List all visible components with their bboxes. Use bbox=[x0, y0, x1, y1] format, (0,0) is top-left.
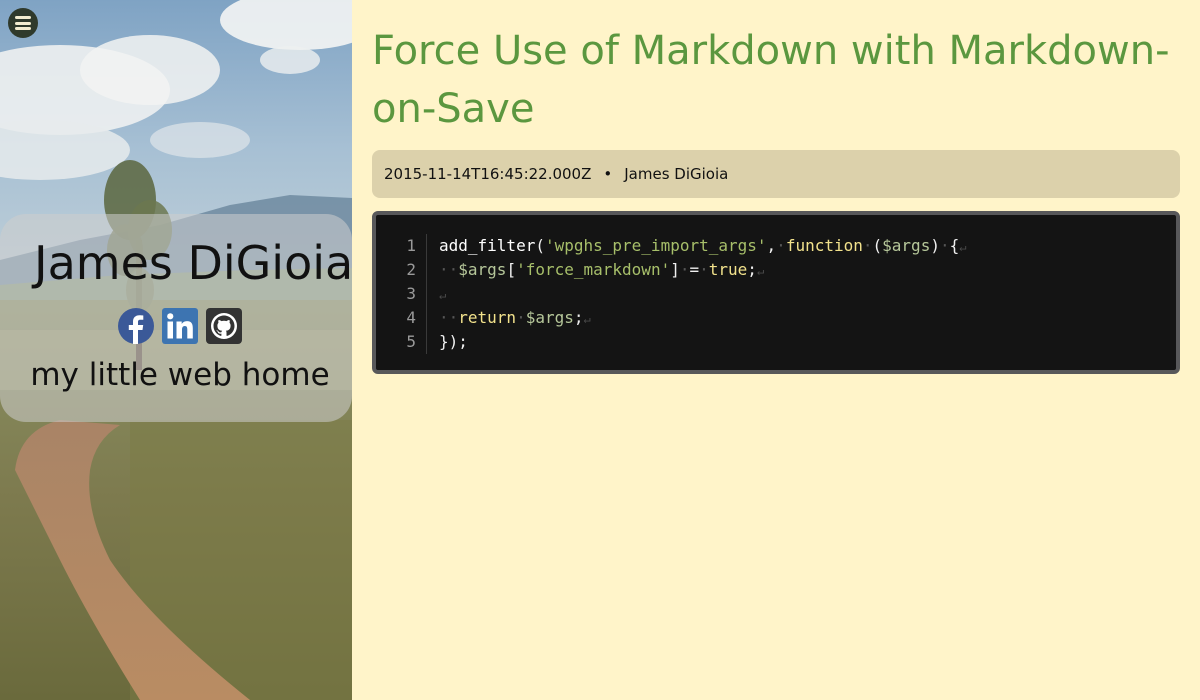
code-text: add_filter('wpghs_pre_import_args',·func… bbox=[427, 234, 966, 258]
code-token: 'wpghs_pre_import_args' bbox=[544, 236, 767, 255]
code-line: 4 ··return·$args;↵ bbox=[376, 306, 1176, 330]
code-token: $args bbox=[525, 308, 574, 327]
code-token: · bbox=[939, 236, 950, 255]
code-token: ·· bbox=[439, 260, 459, 279]
code-token: ↵ bbox=[439, 288, 447, 302]
code-token: function bbox=[785, 236, 863, 255]
post-date: 2015-11-14T16:45:22.000Z bbox=[384, 165, 592, 183]
line-number: 2 bbox=[376, 258, 427, 282]
code-token: = bbox=[689, 260, 700, 279]
code-token: ) bbox=[930, 236, 940, 255]
code-token: ·· bbox=[439, 308, 459, 327]
code-token: · bbox=[516, 308, 526, 327]
code-token: return bbox=[458, 308, 517, 327]
hamburger-menu-icon bbox=[15, 16, 31, 30]
code-line: 2 ··$args['force_markdown']·=·true;↵ bbox=[376, 258, 1176, 282]
line-number: 5 bbox=[376, 330, 427, 354]
line-number: 3 bbox=[376, 282, 427, 306]
post-meta-bar: 2015-11-14T16:45:22.000Z • James DiGioia bbox=[372, 150, 1180, 198]
code-line: 5}); bbox=[376, 330, 1176, 354]
code-token: ↵ bbox=[959, 240, 967, 254]
code-line: 1 add_filter('wpghs_pre_import_args',·fun… bbox=[376, 234, 1176, 258]
linkedin-icon[interactable] bbox=[162, 308, 198, 344]
code-token: · bbox=[776, 236, 786, 255]
sidebar: James DiGioia my little web home bbox=[0, 0, 352, 700]
code-block: 1 add_filter('wpghs_pre_import_args',·fun… bbox=[372, 211, 1180, 374]
line-number: 1 bbox=[376, 234, 427, 258]
code-token: · bbox=[862, 236, 873, 255]
code-token: , bbox=[766, 236, 777, 255]
line-number: 4 bbox=[376, 306, 427, 330]
code-token: 'force_markdown' bbox=[516, 260, 671, 279]
code-token: ( bbox=[535, 236, 545, 255]
post-title[interactable]: Force Use of Markdown with Markdown-on-S… bbox=[372, 22, 1180, 138]
code-token: · bbox=[699, 260, 709, 279]
post-author[interactable]: James DiGioia bbox=[624, 165, 728, 183]
code-token: ( bbox=[872, 236, 883, 255]
code-text: ··$args['force_markdown']·=·true;↵ bbox=[427, 258, 764, 282]
code-token: ; bbox=[573, 308, 584, 327]
code-token: ↵ bbox=[756, 264, 765, 278]
code-token: ] bbox=[670, 260, 680, 279]
main-content: Force Use of Markdown with Markdown-on-S… bbox=[372, 0, 1180, 374]
code-token: true bbox=[708, 260, 748, 279]
code-token: ; bbox=[747, 260, 757, 279]
github-icon[interactable] bbox=[206, 308, 242, 344]
code-token: }); bbox=[439, 332, 468, 351]
menu-toggle-button[interactable] bbox=[8, 8, 38, 38]
social-links bbox=[0, 308, 352, 344]
code-line: 3 ↵ bbox=[376, 282, 1176, 306]
code-token: [ bbox=[506, 260, 517, 279]
code-token: $args bbox=[458, 260, 507, 279]
code-token: { bbox=[949, 236, 960, 255]
code-text: ↵ bbox=[427, 282, 446, 306]
site-author-name: James DiGioia bbox=[34, 236, 352, 290]
facebook-icon[interactable] bbox=[118, 308, 154, 344]
code-text: }); bbox=[427, 330, 468, 354]
code-text: ··return·$args;↵ bbox=[427, 306, 591, 330]
site-tagline: my little web home bbox=[30, 357, 330, 393]
meta-separator: • bbox=[603, 165, 613, 183]
code-token: $args bbox=[882, 236, 931, 255]
code-token: ↵ bbox=[583, 312, 591, 326]
code-token: add_filter bbox=[439, 236, 536, 255]
profile-card: James DiGioia my little web home bbox=[0, 214, 352, 422]
